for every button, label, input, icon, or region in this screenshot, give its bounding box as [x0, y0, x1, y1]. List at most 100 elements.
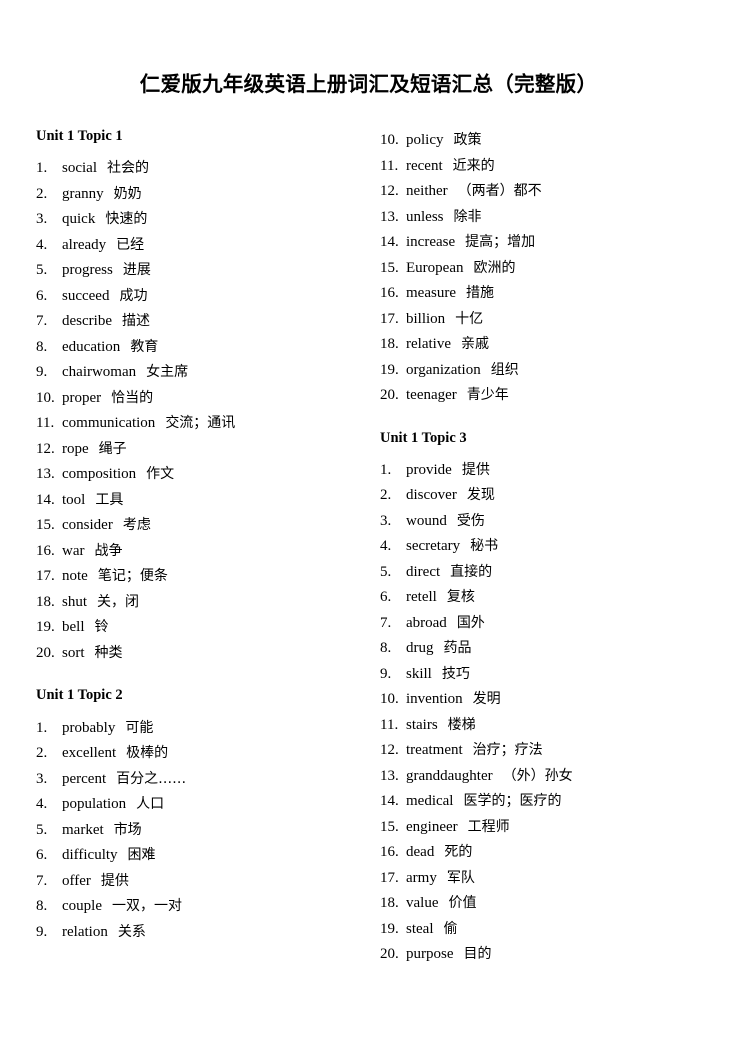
entry-gloss: 笔记；便条 — [97, 568, 168, 585]
entry-gloss: 青少年 — [466, 387, 509, 403]
entry-word: tool — [62, 491, 86, 508]
list-item: 20. purpose 目的 — [380, 942, 710, 968]
entry-gloss: 女主席 — [146, 364, 189, 381]
list-item: 9. relation 关系 — [36, 920, 366, 946]
section-heading: Unit 1 Topic 3 — [380, 429, 467, 446]
entry-number: 11. — [380, 716, 399, 733]
entry-word: abroad — [406, 614, 447, 631]
list-item: 10. policy 政策 — [380, 128, 710, 154]
entry-number: 6. — [380, 589, 392, 606]
list-item: 13. unless 除非 — [380, 205, 710, 231]
vocabulary-list: 1. probably 可能 2. excellent 极棒的 3. percent 百分之… — [36, 716, 366, 946]
entry-number: 1. — [36, 160, 48, 177]
entry-gloss: 极棒的 — [126, 745, 169, 762]
entry-gloss: 近来的 — [452, 157, 495, 174]
entry-number: 14. — [36, 491, 55, 508]
entry-word: organization — [406, 361, 481, 378]
entry-gloss: 价值 — [448, 895, 477, 912]
entry-gloss: 亲戚 — [460, 336, 489, 352]
entry-word: shut — [62, 593, 88, 610]
entry-word: purpose — [406, 946, 454, 963]
list-item: 2. granny 奶奶 — [36, 182, 366, 208]
entry-gloss: 军队 — [446, 869, 475, 886]
entry-word: probably — [62, 719, 116, 736]
list-item: 15. engineer 工程师 — [380, 815, 710, 841]
entry-word: composition — [62, 466, 137, 483]
entry-number: 15. — [380, 818, 399, 835]
entry-number: 2. — [36, 185, 48, 202]
entry-number: 10. — [36, 389, 55, 406]
entry-gloss: 可能 — [125, 719, 154, 736]
list-item: 14. medical 医学的；医疗的 — [380, 789, 710, 815]
entry-gloss: 交流；通讯 — [165, 415, 236, 432]
list-item: 15. consider 考虑 — [36, 513, 366, 539]
entry-gloss: 楼梯 — [447, 716, 476, 733]
entry-number: 12. — [380, 742, 399, 759]
entry-gloss: 教育 — [130, 338, 159, 355]
list-item: 17. army 军队 — [380, 866, 710, 892]
entry-number: 13. — [380, 767, 399, 784]
list-item: 7. offer 提供 — [36, 869, 366, 895]
list-item: 5. market 市场 — [36, 818, 366, 844]
section-heading: Unit 1 Topic 2 — [36, 687, 123, 704]
entry-number: 8. — [36, 898, 48, 915]
list-item: 16. war 战争 — [36, 539, 366, 565]
entry-number: 5. — [380, 563, 392, 580]
list-item: 4. secretary 秘书 — [380, 534, 710, 560]
entry-word: medical — [406, 793, 454, 810]
entry-number: 10. — [380, 691, 399, 708]
section-heading: Unit 1 Topic 1 — [36, 128, 123, 144]
entry-number: 18. — [36, 593, 55, 610]
section-unit1-topic1: Unit 1 Topic 1 1. social 社会的 2. granny 奶奶 3.… — [36, 128, 366, 666]
entry-number: 5. — [36, 821, 48, 838]
list-item: 15. European 欧洲的 — [380, 256, 710, 282]
entry-gloss: 进展 — [122, 262, 151, 279]
list-item: 9. skill 技巧 — [380, 662, 710, 688]
entry-word: unless — [406, 208, 444, 225]
entry-number: 2. — [36, 745, 48, 762]
entry-gloss: 关，闭 — [97, 593, 140, 610]
entry-gloss: 人口 — [136, 796, 165, 813]
entry-gloss: 工程师 — [467, 818, 510, 835]
entry-word: policy — [406, 132, 444, 148]
entry-word: dead — [406, 844, 435, 861]
list-item: 19. organization 组织 — [380, 358, 710, 384]
entry-gloss: 复核 — [446, 589, 475, 606]
entry-gloss: 发现 — [466, 487, 495, 504]
entry-number: 7. — [380, 614, 392, 631]
entry-word: relative — [406, 336, 451, 352]
list-item: 16. dead 死的 — [380, 840, 710, 866]
entry-number: 7. — [36, 872, 48, 889]
list-item: 11. communication 交流；通讯 — [36, 411, 366, 437]
entry-word: war — [62, 542, 85, 559]
entry-word: already — [62, 236, 107, 253]
entry-gloss: 十亿 — [455, 310, 484, 327]
entry-gloss: 已经 — [116, 236, 145, 253]
entry-gloss: （两者）都不 — [457, 183, 542, 199]
entry-word: skill — [406, 665, 432, 682]
document-page: 仁爱版九年级英语上册词汇及短语汇总（完整版） Unit 1 Topic 1 1.… — [0, 0, 737, 1039]
entry-gloss: 工具 — [95, 491, 124, 508]
list-item: 1. probably 可能 — [36, 716, 366, 742]
vocabulary-list: 10. policy 政策 11. recent 近来的 12. neither （两者）都… — [380, 128, 710, 409]
entry-number: 18. — [380, 895, 399, 912]
entry-number: 2. — [380, 487, 392, 504]
entry-word: describe — [62, 313, 112, 330]
list-item: 4. already 已经 — [36, 233, 366, 259]
entry-gloss: 偷 — [443, 920, 458, 937]
entry-word: education — [62, 338, 121, 355]
list-item: 11. recent 近来的 — [380, 154, 710, 180]
entry-number: 16. — [36, 542, 55, 559]
entry-gloss: 受伤 — [456, 512, 485, 529]
entry-gloss: 发明 — [472, 691, 501, 708]
entry-number: 6. — [36, 847, 48, 864]
section-unit1-topic3: Unit 1 Topic 3 1. provide 提供 2. discover 发现 … — [380, 430, 710, 968]
entry-word: engineer — [406, 818, 458, 835]
entry-number: 5. — [36, 262, 48, 279]
entry-number: 17. — [380, 310, 399, 327]
entry-word: social — [62, 160, 97, 177]
entry-word: discover — [406, 487, 457, 504]
entry-word: recent — [406, 157, 443, 174]
list-item: 9. chairwoman 女主席 — [36, 360, 366, 386]
list-item: 3. percent 百分之…… — [36, 767, 366, 793]
